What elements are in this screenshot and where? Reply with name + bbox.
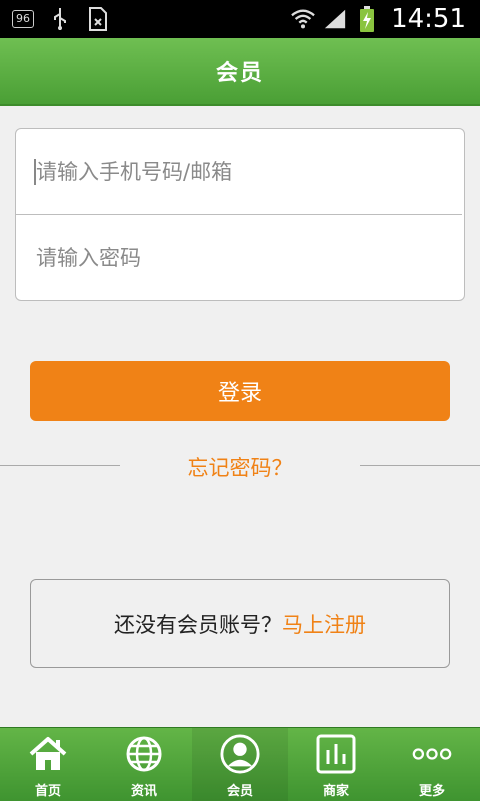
register-prompt: 还没有会员账号？ — [114, 612, 282, 637]
sim-card-icon — [86, 7, 110, 31]
bottom-tab-bar: 首页 资讯 会员 商家 更多 — [0, 727, 480, 801]
forgot-password-row: 忘记密码？ — [0, 448, 480, 484]
password-input[interactable] — [34, 244, 448, 271]
tab-member[interactable]: 会员 — [192, 728, 288, 801]
tab-label: 资讯 — [130, 784, 157, 799]
tab-more[interactable]: 更多 — [384, 728, 480, 801]
notification-count-badge: 96 — [12, 10, 34, 28]
user-icon — [220, 734, 260, 774]
tab-news[interactable]: 资讯 — [96, 728, 192, 801]
tab-label: 会员 — [226, 784, 253, 799]
forgot-password-link[interactable]: 忘记密码？ — [0, 452, 480, 482]
wifi-icon — [291, 8, 315, 30]
signal-icon — [323, 8, 347, 30]
login-button[interactable]: 登录 — [30, 361, 450, 421]
phone-email-field — [16, 129, 464, 214]
tab-label: 更多 — [418, 784, 445, 799]
tab-home[interactable]: 首页 — [0, 728, 96, 801]
text-caret — [34, 159, 36, 185]
tab-merchant[interactable]: 商家 — [288, 728, 384, 801]
globe-icon — [124, 734, 164, 774]
usb-icon — [48, 8, 72, 30]
more-icon — [412, 734, 452, 774]
tab-label: 商家 — [322, 784, 349, 799]
tab-label: 首页 — [34, 784, 61, 799]
register-box: 还没有会员账号？ 马上注册 — [30, 579, 450, 668]
app-header: 会员 — [0, 38, 480, 106]
battery-charging-icon — [355, 6, 379, 32]
home-icon — [28, 734, 68, 774]
status-bar: 96 14:51 — [0, 0, 480, 38]
page-title: 会员 — [215, 61, 264, 86]
chart-icon — [316, 734, 356, 774]
register-link[interactable]: 马上注册 — [282, 609, 366, 639]
password-field — [16, 215, 464, 300]
status-time: 14:51 — [391, 4, 466, 34]
login-form — [15, 128, 465, 301]
phone-email-input[interactable] — [34, 158, 448, 185]
